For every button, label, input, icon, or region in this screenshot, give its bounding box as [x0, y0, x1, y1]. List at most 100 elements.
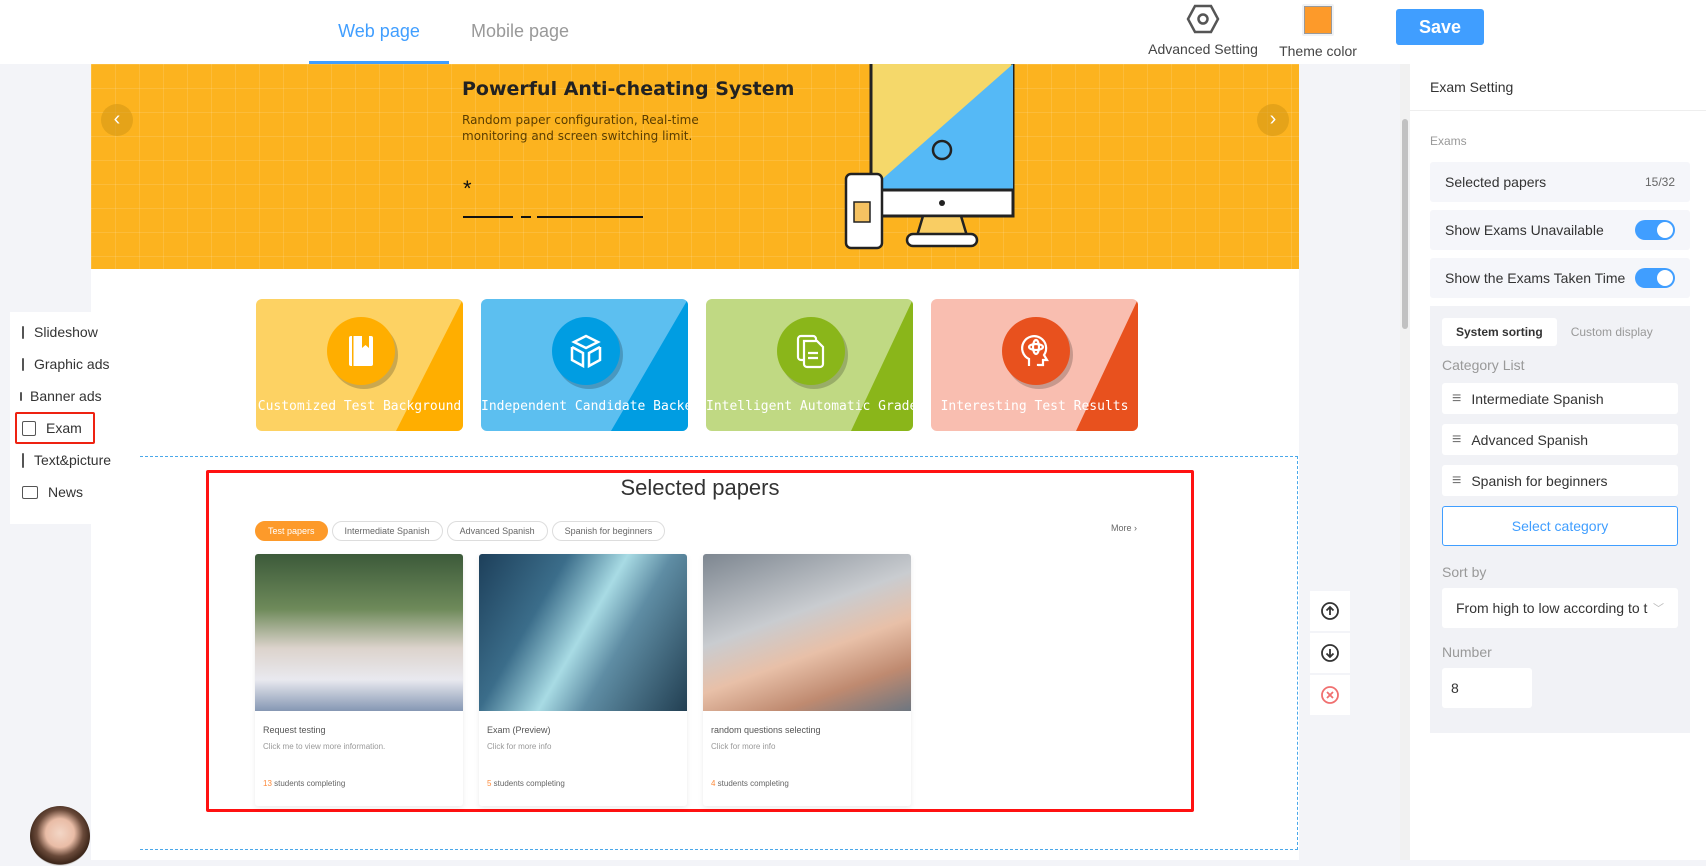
selected-papers-label: Selected papers [1445, 174, 1547, 190]
module-actions [1310, 591, 1350, 717]
show-unavailable-toggle[interactable] [1635, 220, 1675, 240]
pill-intermediate-spanish[interactable]: Intermediate Spanish [331, 521, 443, 541]
drag-handle-icon[interactable]: ≡ [1452, 472, 1461, 490]
show-taken-time-toggle[interactable] [1635, 268, 1675, 288]
theme-color-button[interactable]: Theme color [1276, 4, 1360, 59]
pill-test-papers[interactable]: Test papers [255, 521, 328, 541]
sidebar-item-slideshow[interactable]: Slideshow [10, 316, 98, 348]
arrow-up-circle-icon [1321, 602, 1339, 620]
category-item[interactable]: ≡ Advanced Spanish [1442, 424, 1678, 455]
sidebar-item-news[interactable]: News [10, 476, 96, 508]
feature-label: Independent Candidate Backend [481, 399, 688, 414]
sidebar-item-text-picture[interactable]: Text&picture [10, 444, 111, 476]
scrollbar-thumb[interactable] [1402, 119, 1408, 329]
support-avatar[interactable] [30, 806, 90, 866]
paper-category-tabs: Test papers Intermediate Spanish Advance… [255, 521, 666, 541]
paper-image-skyscraper [479, 554, 687, 711]
paper-image-raised-cards [703, 554, 911, 711]
slideshow-banner: Powerful Anti-cheating System Random pap… [91, 64, 1299, 269]
cube-icon [552, 317, 620, 385]
paper-count-suffix: students completing [715, 779, 789, 788]
move-up-button[interactable] [1310, 591, 1350, 631]
pill-advanced-spanish[interactable]: Advanced Spanish [446, 521, 548, 541]
sidebar-item-label: Text&picture [34, 452, 112, 468]
category-item[interactable]: ≡ Intermediate Spanish [1442, 383, 1678, 414]
page-canvas: Powerful Anti-cheating System Random pap… [91, 64, 1299, 860]
sort-by-value: From high to low according to t [1456, 600, 1648, 616]
paper-stats: 5 students completing [487, 779, 679, 788]
category-name: Intermediate Spanish [1471, 390, 1604, 407]
advanced-setting-label: Advanced Setting [1148, 41, 1258, 57]
sort-mode-tabs: System sorting Custom display [1442, 318, 1678, 346]
panel-scrollbar[interactable] [1400, 64, 1410, 860]
tab-system-sorting[interactable]: System sorting [1442, 318, 1557, 346]
drag-handle-icon[interactable]: ≡ [1452, 390, 1461, 408]
head-atom-icon [1002, 317, 1070, 385]
feature-label: Customized Test Background [257, 399, 462, 414]
sidebar-item-label: Slideshow [34, 324, 98, 340]
selected-papers-row[interactable]: Selected papers 15/32 [1430, 162, 1690, 202]
dash-decoration [463, 216, 643, 218]
paper-desc: Click for more info [711, 742, 776, 751]
paper-card[interactable]: random questions selecting Click for mor… [703, 554, 911, 806]
text-picture-icon [22, 452, 24, 468]
top-bar: Web page Mobile page Advanced Setting Th… [0, 0, 1706, 64]
banner-title: Powerful Anti-cheating System [462, 78, 795, 100]
move-down-button[interactable] [1310, 633, 1350, 673]
sort-by-select[interactable]: From high to low according to t ﹀ [1442, 588, 1678, 628]
feature-card[interactable]: Intelligent Automatic Grade [706, 299, 913, 431]
selected-papers-module[interactable]: Selected papers Test papers Intermediate… [206, 470, 1194, 812]
sidebar-item-exam[interactable]: Exam [15, 412, 95, 444]
show-taken-time-label: Show the Exams Taken Time [1445, 270, 1625, 286]
category-item[interactable]: ≡ Spanish for beginners [1442, 465, 1678, 496]
sidebar-item-label: Graphic ads [34, 356, 110, 372]
banner-prev-arrow[interactable]: ‹ [101, 104, 133, 136]
paper-count-suffix: students completing [271, 779, 346, 788]
feature-card[interactable]: Customized Test Background [256, 299, 463, 431]
paper-desc: Click me to view more information. [263, 742, 386, 751]
exam-settings-panel: Exam Setting Exams Selected papers 15/32… [1410, 64, 1706, 860]
paper-count: 13 [263, 779, 272, 788]
sidebar-item-graphic-ads[interactable]: Graphic ads [10, 348, 109, 380]
sort-by-label: Sort by [1442, 564, 1487, 580]
sorting-box: System sorting Custom display Category L… [1430, 306, 1690, 733]
news-icon [22, 485, 38, 499]
number-input[interactable] [1442, 668, 1532, 708]
selected-papers-title: Selected papers [620, 475, 780, 500]
feature-card[interactable]: Independent Candidate Backend [481, 299, 688, 431]
tab-custom-display[interactable]: Custom display [1557, 318, 1667, 346]
theme-color-swatch [1302, 4, 1334, 36]
sidebar-item-banner-ads[interactable]: Banner ads [10, 380, 102, 412]
paper-count-suffix: students completing [491, 779, 565, 788]
category-list-label: Category List [1442, 357, 1525, 373]
show-unavailable-row: Show Exams Unavailable [1430, 210, 1690, 250]
paper-card[interactable]: Request testing Click me to view more in… [255, 554, 463, 806]
number-label: Number [1442, 644, 1492, 660]
sidebar-item-label: News [48, 484, 84, 500]
paper-image-woman-laptop [255, 554, 463, 711]
paper-name: random questions selecting [711, 725, 821, 735]
show-unavailable-label: Show Exams Unavailable [1445, 222, 1604, 238]
document-icon [777, 317, 845, 385]
feature-card[interactable]: Interesting Test Results [931, 299, 1138, 431]
paper-stats: 4 students completing [711, 779, 903, 788]
hexagon-gear-icon [1186, 4, 1220, 34]
delete-module-button[interactable] [1310, 675, 1350, 715]
book-icon [327, 317, 395, 385]
category-name: Advanced Spanish [1471, 431, 1589, 448]
more-link[interactable]: More › [1111, 523, 1137, 533]
banner-next-arrow[interactable]: › [1257, 104, 1289, 136]
advanced-setting-button[interactable]: Advanced Setting [1148, 4, 1258, 57]
pill-spanish-beginners[interactable]: Spanish for beginners [551, 521, 666, 541]
monitor-illustration-icon [844, 64, 1015, 250]
select-category-button[interactable]: Select category [1442, 506, 1678, 546]
drag-handle-icon[interactable]: ≡ [1452, 431, 1461, 449]
banner-subtitle: Random paper configuration, Real-time mo… [462, 113, 699, 143]
sidebar-item-label: Exam [46, 420, 82, 436]
tab-web-page[interactable]: Web page [309, 0, 449, 64]
paper-card[interactable]: Exam (Preview) Click for more info 5 stu… [479, 554, 687, 806]
exam-icon [22, 420, 36, 436]
selected-papers-count: 15/32 [1644, 175, 1675, 189]
save-button[interactable]: Save [1396, 9, 1484, 45]
tab-mobile-page[interactable]: Mobile page [460, 0, 580, 64]
